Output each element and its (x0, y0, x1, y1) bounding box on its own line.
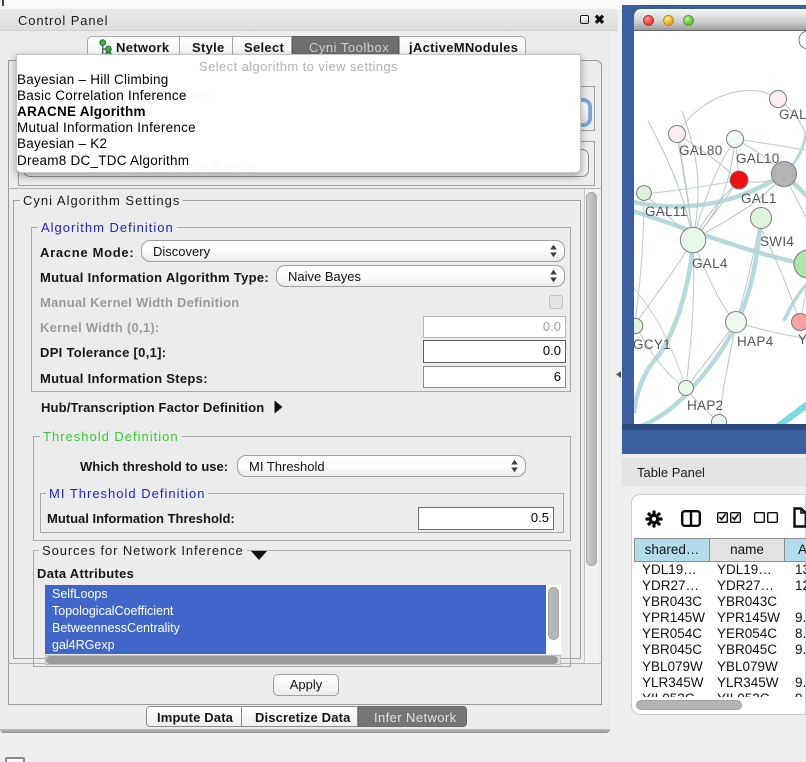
svg-text:HAP2: HAP2 (687, 398, 723, 413)
svg-text:GAL80: GAL80 (679, 143, 723, 158)
svg-text:SWI4: SWI4 (760, 234, 794, 249)
svg-text:GAL: GAL (779, 107, 806, 122)
svg-text:GAL1: GAL1 (741, 191, 777, 206)
svg-text:GAL11: GAL11 (645, 204, 688, 219)
svg-text:GAL10: GAL10 (736, 151, 780, 166)
svg-text:HAP4: HAP4 (737, 334, 774, 349)
svg-text:GAL4: GAL4 (692, 256, 728, 271)
svg-text:GCY1: GCY1 (634, 337, 671, 352)
svg-text:Y: Y (798, 332, 806, 347)
